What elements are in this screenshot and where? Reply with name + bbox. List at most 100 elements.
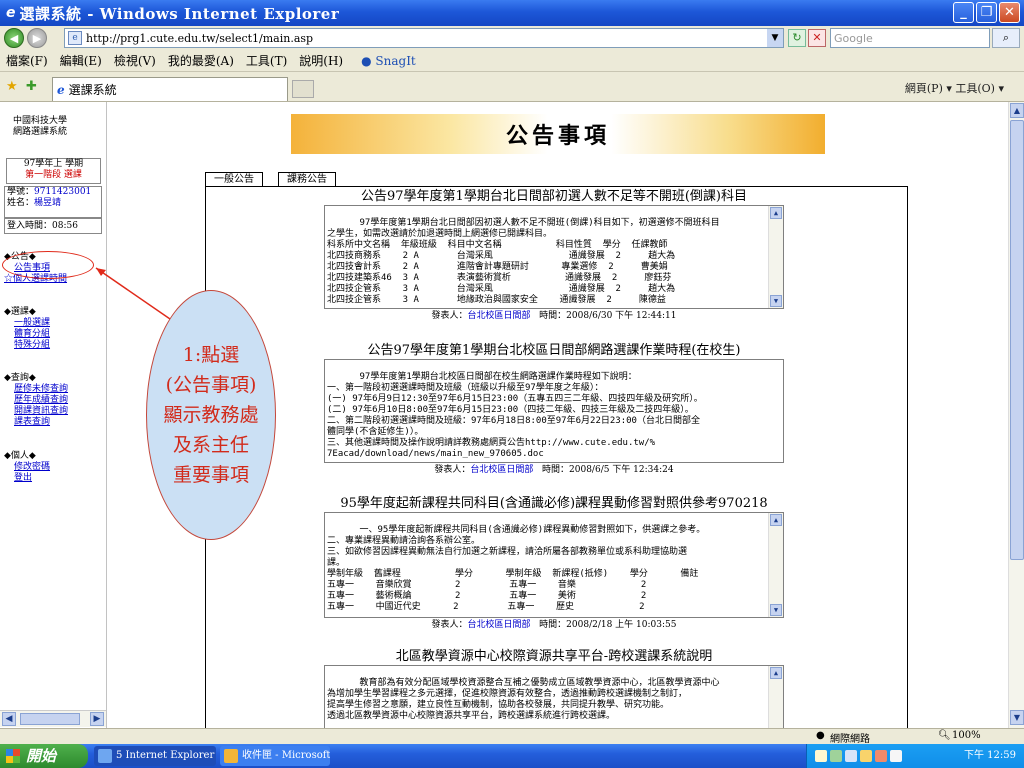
tray-icon[interactable] xyxy=(890,750,902,762)
tab-selection-system[interactable]: e 選課系統 xyxy=(52,77,288,101)
section-head-selection: ◆選課◆ xyxy=(4,307,36,317)
scroll-right-icon[interactable]: ▶ xyxy=(90,712,104,726)
page-icon: e xyxy=(68,31,82,45)
start-button[interactable]: 開始 xyxy=(0,744,88,768)
student-name: 楊昱靖 xyxy=(34,198,62,208)
sidebar-item-grades[interactable]: 歷年成績查詢 xyxy=(4,395,68,406)
taskbar-item-label: 5 Internet Explorer xyxy=(116,750,215,761)
announcement-item: 公告97學年度第1學期台北校區日間部網路選課作業時程(在校生) 97學年度第1學… xyxy=(324,342,784,477)
announcement-body[interactable]: 97學年度第1學期台北校區日間部在校生網路選課作業時程如下說明： 一、第一階段初… xyxy=(324,359,784,463)
forward-button[interactable]: ▶ xyxy=(27,28,47,48)
tab-academic-announcements[interactable]: 課務公告 xyxy=(278,172,336,187)
student-id-label: 學號： xyxy=(7,187,35,197)
favorites-star-icon[interactable]: ★ xyxy=(6,79,18,94)
scroll-up-icon[interactable]: ▲ xyxy=(770,514,782,526)
announcement-scrollbar[interactable]: ▲ ▼ xyxy=(768,513,783,617)
sidebar-horizontal-scrollbar[interactable]: ◀ ▶ xyxy=(0,710,106,727)
taskbar-item-outlook[interactable]: 收件匣 - Microsoft O... xyxy=(220,746,330,766)
stop-button[interactable]: ✕ xyxy=(808,29,826,47)
announcement-item: 95學年度起新課程共同科目(含通識必修)課程異動修習對照供參考970218 一、… xyxy=(324,495,784,632)
course-selection-section: ◆選課◆ 一般選課 體育分組 特殊分組 xyxy=(4,307,50,351)
scroll-down-icon[interactable]: ▼ xyxy=(1010,710,1024,725)
new-tab-button[interactable] xyxy=(292,80,314,98)
menu-tools[interactable]: 工具(T) xyxy=(246,52,287,69)
sidebar-item-course-history[interactable]: 歷修未修查詢 xyxy=(4,384,68,395)
page-vertical-scrollbar[interactable]: ▲ ▼ xyxy=(1008,102,1024,728)
window-title: 選課系統 - Windows Internet Explorer xyxy=(19,4,340,23)
login-time: 08:56 xyxy=(52,221,78,231)
back-button[interactable]: ◀ xyxy=(4,28,24,48)
highlight-ellipse xyxy=(2,251,94,279)
menu-file[interactable]: 檔案(F) xyxy=(6,52,48,69)
menu-favorites[interactable]: 我的最愛(A) xyxy=(168,52,234,69)
address-url[interactable]: http://prg1.cute.edu.tw/select1/main.asp xyxy=(86,32,313,45)
page-tools-menu[interactable]: 網頁(P) ▾ 工具(O) ▾ xyxy=(905,80,1004,96)
windows-taskbar: 開始 5 Internet Explorer 收件匣 - Microsoft O… xyxy=(0,744,1024,768)
callout-line: 重要事項 xyxy=(172,464,249,486)
announcement-item: 公告97學年度第1學期台北日間部初選人數不足等不開班(倒課)科目 97學年度第1… xyxy=(324,188,784,323)
sidebar-item-special-grouping[interactable]: 特殊分組 xyxy=(4,340,50,351)
tray-icon[interactable] xyxy=(875,750,887,762)
school-name: 中國科技大學 xyxy=(13,116,68,126)
announcement-body-text: 一、95學年度起新課程共同科目(含通識必修)課程異動修習對照如下，供選課之參考。… xyxy=(327,525,706,612)
close-button[interactable]: ✕ xyxy=(999,2,1020,23)
time-label: 時間： xyxy=(542,465,570,475)
announcement-meta: 發表人：台北校區日間部 時間：2008/6/5 下午 12:34:24 xyxy=(324,463,784,477)
sidebar-item-course-info[interactable]: 開課資訊查詢 xyxy=(4,406,68,417)
sidebar-item-pe-grouping[interactable]: 體育分組 xyxy=(4,329,50,340)
maximize-button[interactable]: ❐ xyxy=(976,2,997,23)
tray-icon[interactable] xyxy=(860,750,872,762)
tray-icon[interactable] xyxy=(845,750,857,762)
minimize-button[interactable]: _ xyxy=(953,2,974,23)
scroll-down-icon[interactable]: ▼ xyxy=(770,295,782,307)
sidebar-item-timetable[interactable]: 課表查詢 xyxy=(4,417,68,428)
scroll-thumb[interactable] xyxy=(20,713,80,725)
window-titlebar[interactable]: e 選課系統 - Windows Internet Explorer _ ❐ ✕ xyxy=(0,0,1024,26)
announcement-body[interactable]: 97學年度第1學期台北日間部因初選人數不足不開班(倒課)科目如下，初選選修不開班… xyxy=(324,205,784,309)
banner-title: 公告事項 xyxy=(505,123,610,149)
sidebar-item-logout[interactable]: 登出 xyxy=(4,473,50,484)
sidebar-frame: 中國科技大學 網路選課系統 97學年上 學期 第一階段 選課 學號：971142… xyxy=(0,102,107,728)
announcement-body-text: 97學年度第1學期台北校區日間部在校生網路選課作業時程如下說明： 一、第一階段初… xyxy=(327,372,703,459)
publish-time: 2008/2/18 上午 10:03:55 xyxy=(566,620,677,630)
snagit-button[interactable]: ● SnagIt xyxy=(361,54,416,68)
refresh-button[interactable]: ↻ xyxy=(788,29,806,47)
search-input[interactable]: Google xyxy=(830,28,990,48)
zoom-level[interactable]: 100% xyxy=(952,730,981,741)
tab-general-announcements[interactable]: 一般公告 xyxy=(205,172,263,187)
system-tray: 下午 12:59 xyxy=(806,744,1024,768)
scroll-left-icon[interactable]: ◀ xyxy=(2,712,16,726)
menu-help[interactable]: 說明(H) xyxy=(299,52,343,69)
address-dropdown-icon[interactable]: ▼ xyxy=(767,29,783,47)
announcement-scrollbar[interactable]: ▲ xyxy=(768,666,783,728)
scroll-up-icon[interactable]: ▲ xyxy=(770,207,782,219)
search-button[interactable]: ⌕ xyxy=(992,28,1020,48)
announcement-scrollbar[interactable]: ▲ ▼ xyxy=(768,206,783,308)
scroll-up-icon[interactable]: ▲ xyxy=(770,667,782,679)
scroll-up-icon[interactable]: ▲ xyxy=(1010,103,1024,118)
add-favorites-icon[interactable]: ✚ xyxy=(26,79,37,94)
menu-edit[interactable]: 編輯(E) xyxy=(60,52,102,69)
announcement-title: 公告97學年度第1學期台北校區日間部網路選課作業時程(在校生) xyxy=(367,343,741,358)
tray-icon[interactable] xyxy=(830,750,842,762)
sidebar-item-change-password[interactable]: 修改密碼 xyxy=(4,462,50,473)
tab-page-icon: e xyxy=(57,82,65,97)
sidebar-item-general-selection[interactable]: 一般選課 xyxy=(4,318,50,329)
student-id: 9711423001 xyxy=(34,187,92,197)
address-bar[interactable]: e http://prg1.cute.edu.tw/select1/main.a… xyxy=(64,28,784,48)
scroll-down-icon[interactable]: ▼ xyxy=(770,604,782,616)
query-section: ◆查詢◆ 歷修未修查詢 歷年成績查詢 開課資訊查詢 課表查詢 xyxy=(4,373,68,428)
section-head-personal: ◆個人◆ xyxy=(4,451,36,461)
announcement-item: 北區教學資源中心校際資源共享平台-跨校選課系統說明 教育部為有效分配區域學校資源… xyxy=(324,648,784,728)
announcement-body[interactable]: 一、95學年度起新課程共同科目(含通識必修)課程異動修習對照如下，供選課之參考。… xyxy=(324,512,784,618)
zoom-icon: 🔍︎ xyxy=(938,730,951,741)
publish-time: 2008/6/5 下午 12:34:24 xyxy=(569,465,674,475)
ie-icon xyxy=(98,749,112,763)
start-label: 開始 xyxy=(26,747,57,765)
taskbar-item-ie[interactable]: 5 Internet Explorer xyxy=(94,746,216,766)
clock[interactable]: 下午 12:59 xyxy=(964,750,1016,761)
tray-icon[interactable] xyxy=(815,750,827,762)
scroll-thumb[interactable] xyxy=(1010,120,1024,560)
menu-view[interactable]: 檢視(V) xyxy=(114,52,156,69)
announcement-body[interactable]: 教育部為有效分配區域學校資源整合互補之優勢成立區域教學資源中心，北區教學資源中心… xyxy=(324,665,784,728)
